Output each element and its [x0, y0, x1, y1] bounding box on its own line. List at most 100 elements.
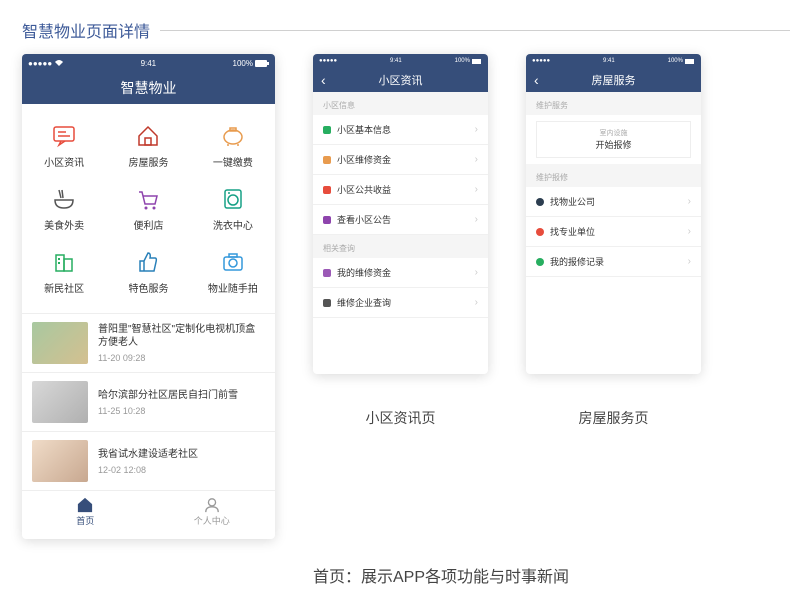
signal-icon: ●●●●● [28, 59, 52, 68]
list-label: 找物业公司 [550, 195, 595, 208]
chevron-right-icon: › [475, 214, 478, 225]
news-thumb [32, 440, 88, 482]
grid-item-pay[interactable]: 一键缴费 [191, 114, 275, 177]
back-icon[interactable]: ‹ [321, 72, 326, 88]
list-item[interactable]: 小区基本信息 › [313, 115, 488, 145]
grid-label: 一键缴费 [213, 154, 253, 169]
section-header: 维护报修 [526, 164, 701, 187]
thumbsup-icon [135, 249, 161, 275]
grid-item-camera[interactable]: 物业随手拍 [191, 240, 275, 303]
highlight-title: 开始报修 [543, 138, 684, 151]
chevron-right-icon: › [475, 184, 478, 195]
chevron-right-icon: › [688, 256, 691, 267]
back-icon[interactable]: ‹ [534, 72, 539, 88]
battery-icon [685, 59, 695, 64]
news-thumb [32, 322, 88, 364]
news-time: 11-20 09:28 [98, 353, 265, 363]
list-label: 小区基本信息 [337, 123, 391, 136]
news-item[interactable]: 普阳里"智慧社区"定制化电视机顶盒方便老人 11-20 09:28 [22, 313, 275, 372]
chevron-right-icon: › [475, 154, 478, 165]
section-header: 小区信息 [313, 92, 488, 115]
grid-label: 特色服务 [128, 280, 168, 295]
list-label: 小区维修资金 [337, 153, 391, 166]
grid-label: 房屋服务 [128, 154, 168, 169]
list-item[interactable]: 小区维修资金 › [313, 145, 488, 175]
status-time: 9:41 [603, 58, 615, 64]
grid-label: 物业随手拍 [208, 280, 258, 295]
caption-sub2: 房屋服务页 [526, 408, 701, 428]
list-item[interactable]: 小区公共收益 › [313, 175, 488, 205]
grid-label: 便利店 [133, 217, 163, 232]
chevron-right-icon: › [475, 124, 478, 135]
status-bar: ●●●●● 9:41 100% [526, 54, 701, 68]
tab-home[interactable]: 首页 [22, 491, 149, 532]
chevron-right-icon: › [688, 226, 691, 237]
caption-sub1: 小区资讯页 [313, 408, 488, 428]
phone-main: ●●●●● 9:41 100% 智慧物业 小区资讯 房屋服务 一键缴 [22, 54, 275, 539]
chat-icon [51, 123, 77, 149]
grid-item-laundry[interactable]: 洗衣中心 [191, 177, 275, 240]
grid-item-store[interactable]: 便利店 [106, 177, 190, 240]
header-title: 智慧物业 [121, 78, 177, 98]
header-bar: 智慧物业 [22, 72, 275, 104]
news-time: 12-02 12:08 [98, 465, 198, 475]
grid-item-house[interactable]: 房屋服务 [106, 114, 190, 177]
highlight-sub: 室内设施 [543, 128, 684, 138]
highlight-card[interactable]: 室内设施 开始报修 [536, 121, 691, 158]
footer-description: 首页：展示APP各项功能与时事新闻 [0, 539, 790, 587]
header-bar: ‹ 小区资讯 [313, 68, 488, 92]
list-item[interactable]: 我的报修记录 › [526, 247, 701, 277]
status-bar: ●●●●● 9:41 100% [313, 54, 488, 68]
news-item[interactable]: 我省试水建设适老社区 12-02 12:08 [22, 431, 275, 490]
page-title: 智慧物业页面详情 [22, 18, 150, 42]
camera-icon [220, 249, 246, 275]
header-title: 房屋服务 [592, 72, 636, 88]
header-bar: ‹ 房屋服务 [526, 68, 701, 92]
grid-item-special[interactable]: 特色服务 [106, 240, 190, 303]
section-header: 相关查询 [313, 235, 488, 258]
list-item[interactable]: 维修企业查询› [313, 288, 488, 318]
grid-label: 小区资讯 [44, 154, 84, 169]
status-time: 9:41 [141, 59, 157, 68]
wifi-icon [54, 59, 64, 67]
grid-item-community[interactable]: 新民社区 [22, 240, 106, 303]
status-time: 9:41 [390, 58, 402, 64]
battery-icon [255, 60, 269, 67]
chevron-right-icon: › [475, 267, 478, 278]
battery-pct: 100% [668, 58, 683, 64]
news-title: 普阳里"智慧社区"定制化电视机顶盒方便老人 [98, 323, 265, 349]
section-header: 维护服务 [526, 92, 701, 115]
grid-label: 新民社区 [44, 280, 84, 295]
list-label: 我的报修记录 [550, 255, 604, 268]
news-item[interactable]: 哈尔滨部分社区居民自扫门前雪 11-25 10:28 [22, 372, 275, 431]
signal-icon: ●●●●● [532, 58, 550, 64]
chevron-right-icon: › [688, 196, 691, 207]
news-time: 11-25 10:28 [98, 406, 238, 416]
list-label: 找专业单位 [550, 225, 595, 238]
phone-sub2: ●●●●● 9:41 100% ‹ 房屋服务 维护服务 室内设施 开始报修 维护… [526, 54, 701, 374]
list-item[interactable]: 找物业公司 › [526, 187, 701, 217]
building-icon [51, 249, 77, 275]
list-item[interactable]: 找专业单位 › [526, 217, 701, 247]
news-title: 哈尔滨部分社区居民自扫门前雪 [98, 389, 238, 402]
home-icon [76, 497, 94, 513]
tab-profile[interactable]: 个人中心 [149, 491, 276, 532]
status-bar: ●●●●● 9:41 100% [22, 54, 275, 72]
list-item[interactable]: 查看小区公告› [313, 205, 488, 235]
list-label: 小区公共收益 [337, 183, 391, 196]
grid-label: 美食外卖 [44, 217, 84, 232]
grid-item-news[interactable]: 小区资讯 [22, 114, 106, 177]
grid-item-food[interactable]: 美食外卖 [22, 177, 106, 240]
header-title: 小区资讯 [379, 72, 423, 88]
cart-icon [135, 186, 161, 212]
tab-label: 首页 [76, 514, 94, 527]
divider [160, 30, 790, 31]
grid-label: 洗衣中心 [213, 217, 253, 232]
news-thumb [32, 381, 88, 423]
news-list: 普阳里"智慧社区"定制化电视机顶盒方便老人 11-20 09:28 哈尔滨部分社… [22, 313, 275, 490]
battery-pct: 100% [233, 59, 253, 68]
washer-icon [220, 186, 246, 212]
profile-icon [203, 497, 221, 513]
chevron-right-icon: › [475, 297, 478, 308]
list-item[interactable]: 我的维修资金› [313, 258, 488, 288]
